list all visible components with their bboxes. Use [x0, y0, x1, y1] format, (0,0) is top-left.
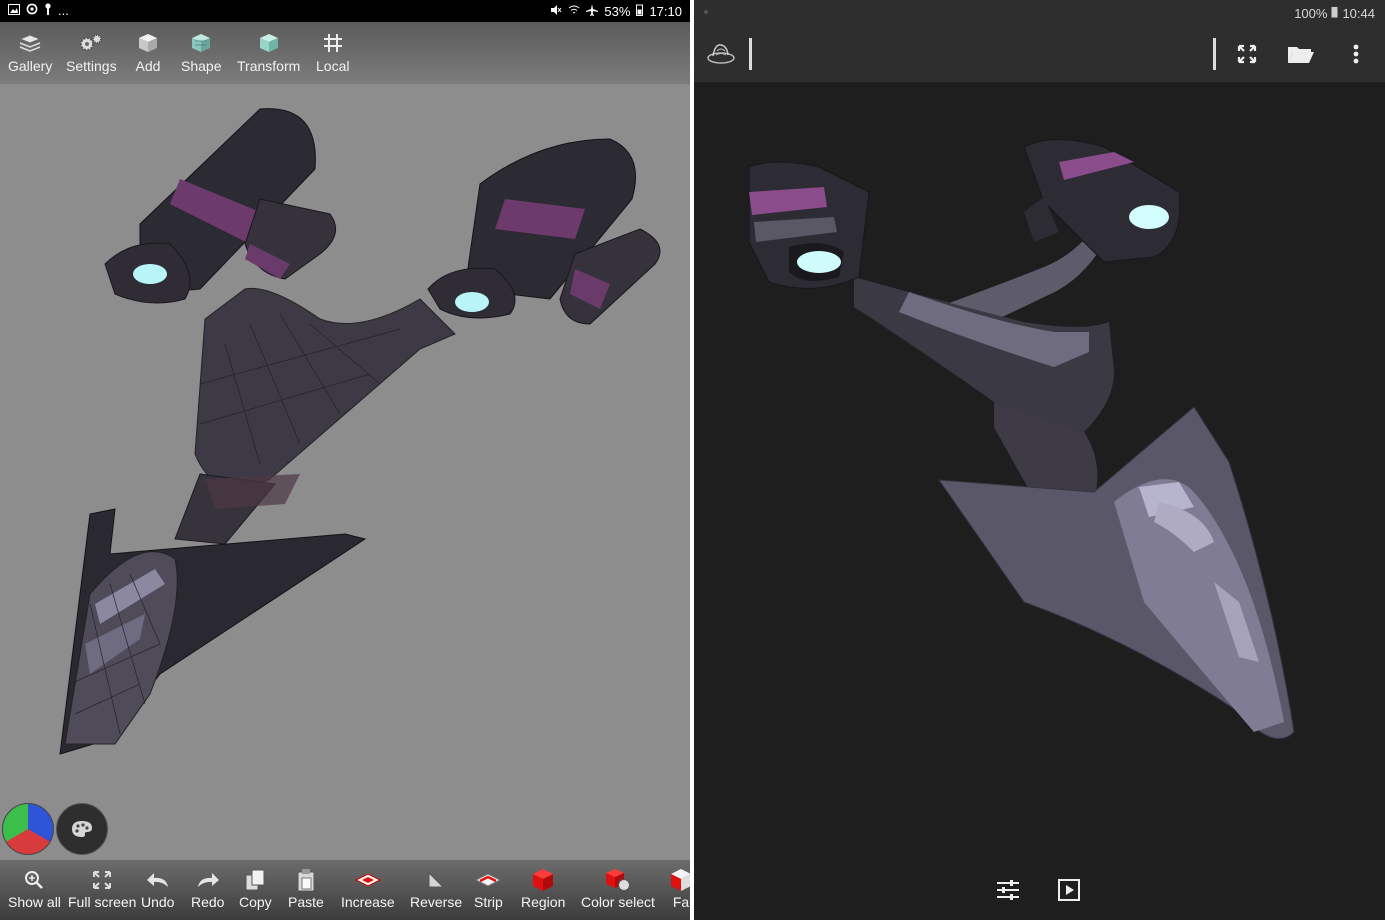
show-all-label: Show all — [8, 894, 61, 910]
region-button[interactable]: Region — [521, 868, 565, 910]
transform-cube-icon — [256, 32, 282, 54]
right-status-bar: 100% 10:44 — [694, 0, 1385, 26]
paste-icon — [293, 868, 319, 892]
increase-button[interactable]: Increase — [341, 868, 395, 910]
increase-label: Increase — [341, 894, 395, 910]
folder-icon[interactable] — [1284, 40, 1318, 68]
spaceship-model-shaded — [748, 139, 1295, 740]
color-select-button[interactable]: Color select — [581, 868, 655, 910]
undo-button[interactable]: Undo — [141, 868, 174, 910]
strip-button[interactable]: Strip — [474, 868, 503, 910]
redo-icon — [195, 868, 221, 892]
layers-icon — [17, 32, 43, 54]
settings-label: Settings — [66, 58, 117, 74]
battery-percent: 100% — [1294, 6, 1328, 21]
right-top-bar — [694, 26, 1385, 82]
region-cube-icon — [530, 868, 556, 892]
transform-label: Transform — [237, 58, 301, 74]
gears-icon — [78, 32, 104, 54]
undo-icon — [145, 868, 171, 892]
fullscreen-icon — [89, 868, 115, 892]
palette-icon — [72, 821, 92, 837]
text-cursor — [749, 38, 752, 70]
add-label: Add — [135, 58, 161, 74]
copy-label: Copy — [239, 894, 272, 910]
color-wheel-button[interactable] — [2, 803, 54, 855]
reverse-button[interactable]: Reverse — [410, 868, 462, 910]
mute-icon — [550, 4, 562, 19]
local-axis-icon — [320, 32, 346, 54]
sync-icon — [26, 3, 38, 18]
color-select-label: Color select — [581, 894, 655, 910]
full-screen-label: Full screen — [68, 894, 137, 910]
settings-button[interactable]: Settings — [66, 32, 117, 74]
battery-percent: 53% — [604, 4, 631, 19]
undo-label: Undo — [141, 894, 175, 910]
cube-icon — [135, 32, 161, 54]
show-all-button[interactable]: Show all — [8, 868, 61, 910]
right-bottom-bar — [694, 864, 1385, 920]
app-logo-icon[interactable] — [704, 38, 738, 70]
reverse-label: Reverse — [410, 894, 463, 910]
copy-button[interactable]: Copy — [239, 868, 272, 910]
paste-button[interactable]: Paste — [288, 868, 324, 910]
face-label: Fa — [672, 894, 690, 910]
wifi-icon — [568, 4, 580, 19]
shape-cube-icon — [188, 32, 214, 54]
region-label: Region — [521, 894, 566, 910]
local-label: Local — [316, 58, 350, 74]
airplane-icon — [586, 4, 599, 19]
zoom-icon — [21, 868, 47, 892]
spaceship-model-wireframe — [59, 108, 661, 755]
bottom-toolbar: Show all Full screen Undo Redo Copy Past… — [0, 860, 690, 920]
gallery-label: Gallery — [8, 58, 53, 74]
sliders-icon[interactable] — [994, 876, 1022, 904]
redo-label: Redo — [191, 894, 225, 910]
status-more: ... — [58, 3, 69, 18]
gallery-button[interactable]: Gallery — [8, 32, 52, 74]
local-button[interactable]: Local — [316, 32, 349, 74]
mesh-viewport[interactable] — [0, 84, 690, 860]
paste-label: Paste — [288, 894, 324, 910]
increase-icon — [354, 868, 381, 892]
clock: 17:10 — [649, 4, 682, 19]
battery-icon — [636, 4, 644, 19]
face-icon — [668, 868, 690, 892]
palette-button[interactable] — [56, 803, 108, 855]
fullscreen-icon[interactable] — [1232, 40, 1262, 68]
transform-button[interactable]: Transform — [237, 32, 300, 74]
top-toolbar: Gallery Settings Add Shape Transform Loc… — [0, 22, 690, 84]
key-icon — [44, 3, 52, 18]
full-screen-button[interactable]: Full screen — [68, 868, 136, 910]
reverse-icon — [423, 868, 449, 892]
notification-dot — [704, 10, 708, 14]
render-viewport[interactable] — [694, 82, 1385, 864]
shape-button[interactable]: Shape — [181, 32, 221, 74]
strip-icon — [475, 868, 502, 892]
divider-bar — [1213, 38, 1216, 70]
right-app-screen: 100% 10:44 — [694, 0, 1385, 920]
image-icon — [8, 3, 20, 18]
play-icon[interactable] — [1055, 876, 1083, 904]
clock: 10:44 — [1342, 6, 1375, 21]
add-button[interactable]: Add — [135, 32, 161, 74]
copy-icon — [242, 868, 268, 892]
battery-icon — [1331, 6, 1338, 21]
redo-button[interactable]: Redo — [191, 868, 224, 910]
more-vert-icon[interactable] — [1344, 40, 1368, 68]
strip-label: Strip — [474, 894, 503, 910]
left-app-screen: ... 53% 17:10 Gallery Settings Add Shape… — [0, 0, 690, 920]
face-button[interactable]: Fa — [668, 868, 690, 910]
left-status-bar: ... 53% 17:10 — [0, 0, 690, 22]
shape-label: Shape — [181, 58, 222, 74]
color-select-icon — [605, 868, 631, 892]
